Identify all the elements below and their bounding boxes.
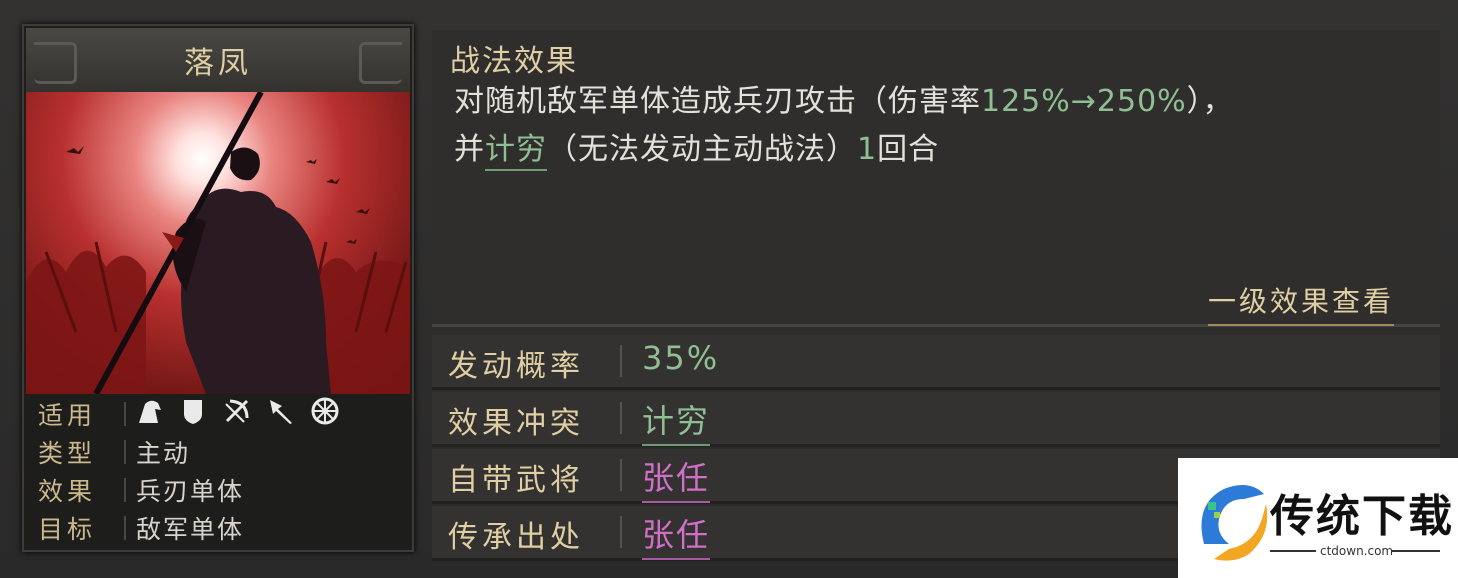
desc-text: ）， xyxy=(1186,84,1234,119)
desc-text: 回合 xyxy=(877,132,940,167)
skill-name: 落凤 xyxy=(184,46,252,81)
unit-type-icons xyxy=(134,396,340,426)
attr-divider xyxy=(124,516,126,540)
watermark-url: ctdown.com xyxy=(1320,544,1394,558)
attr-key: 适用 xyxy=(38,401,97,430)
attr-row-effect: 效果 兵刃单体 xyxy=(26,470,410,508)
status-term-link[interactable]: 计穷 xyxy=(485,132,547,171)
attr-key: 类型 xyxy=(38,439,97,468)
skill-attributes: 适用 类型 主动 效果 兵刃单体 目标 敌军单体 xyxy=(26,394,410,548)
skill-card: 落凤 适用 类型 主动 效果 兵刃单体 目标 敌军单体 xyxy=(22,24,414,552)
conflict-link[interactable]: 计穷 xyxy=(642,396,711,446)
attr-key: 目标 xyxy=(38,515,97,544)
shield-icon xyxy=(178,396,208,426)
row-label: 效果冲突 xyxy=(448,406,584,441)
skill-artwork xyxy=(26,92,410,394)
watermark-name: 传统下载 xyxy=(1270,491,1454,542)
desc-text: （无法发动主动战法） xyxy=(547,132,857,167)
level-effect-link[interactable]: 一级效果查看 xyxy=(1207,280,1394,326)
watermark-rule xyxy=(1270,550,1316,552)
native-general-link[interactable]: 张任 xyxy=(642,453,711,503)
attr-row-target: 目标 敌军单体 xyxy=(26,508,410,546)
attr-divider xyxy=(124,402,126,426)
cavalry-icon xyxy=(134,396,164,426)
row-divider xyxy=(620,459,622,491)
watermark-logo-icon xyxy=(1201,485,1268,561)
effect-description: 对随机敌军单体造成兵刃攻击（伤害率125%→250%）， 并计穷（无法发动主动战… xyxy=(454,78,1414,174)
row-trigger-rate: 发动概率 35% xyxy=(432,335,1440,390)
row-label: 发动概率 xyxy=(448,349,584,384)
row-divider xyxy=(620,402,622,434)
row-label: 自带武将 xyxy=(448,463,584,498)
spear-icon xyxy=(266,396,296,426)
bow-icon xyxy=(222,396,252,426)
row-label: 传承出处 xyxy=(448,520,584,555)
attr-value: 敌军单体 xyxy=(136,515,245,544)
row-divider xyxy=(620,516,622,548)
attr-row-type: 类型 主动 xyxy=(26,432,410,470)
attr-row-applicable: 适用 xyxy=(26,394,410,432)
card-title-bar: 落凤 xyxy=(26,28,410,94)
inherit-source-link[interactable]: 张任 xyxy=(642,510,711,560)
wheel-icon xyxy=(310,396,340,426)
attr-divider xyxy=(124,440,126,464)
watermark: 传统下载 ctdown.com xyxy=(1178,458,1458,578)
damage-rate: 125%→250% xyxy=(981,84,1187,119)
row-effect-conflict: 效果冲突 计穷 xyxy=(432,392,1440,447)
effect-title: 战法效果 xyxy=(450,44,578,79)
desc-text: 对随机敌军单体造成兵刃攻击（伤害率 xyxy=(454,84,981,119)
attr-key: 效果 xyxy=(38,477,97,506)
attr-value: 主动 xyxy=(136,439,191,468)
effect-section: 战法效果 对随机敌军单体造成兵刃攻击（伤害率125%→250%）， 并计穷（无法… xyxy=(432,30,1440,327)
attr-value: 兵刃单体 xyxy=(136,477,245,506)
duration-number: 1 xyxy=(857,132,878,167)
row-divider xyxy=(620,345,622,377)
desc-text: 并 xyxy=(454,132,485,167)
trigger-rate-value: 35% xyxy=(642,339,720,377)
attr-divider xyxy=(124,478,126,502)
watermark-rule xyxy=(1392,550,1440,552)
